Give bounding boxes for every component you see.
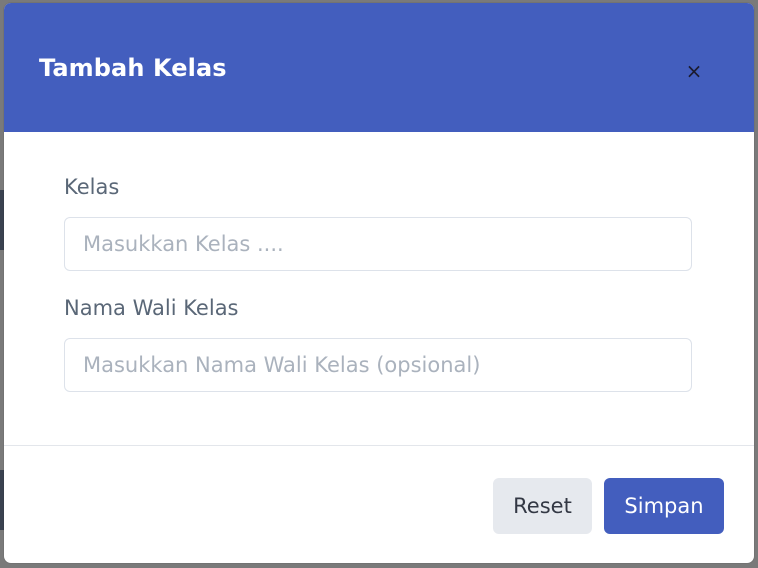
kelas-input[interactable] — [64, 217, 692, 271]
close-button[interactable]: × — [678, 55, 710, 87]
close-icon: × — [685, 59, 703, 83]
kelas-label: Kelas — [64, 175, 120, 199]
reset-button[interactable]: Reset — [493, 478, 592, 534]
footer-divider — [4, 445, 754, 446]
save-button[interactable]: Simpan — [604, 478, 724, 534]
add-class-modal: Tambah Kelas × Kelas Nama Wali Kelas Res… — [4, 3, 754, 563]
modal-title: Tambah Kelas — [39, 54, 227, 82]
wali-kelas-input[interactable] — [64, 338, 692, 392]
modal-header: Tambah Kelas × — [4, 3, 754, 132]
wali-kelas-label: Nama Wali Kelas — [64, 296, 239, 320]
